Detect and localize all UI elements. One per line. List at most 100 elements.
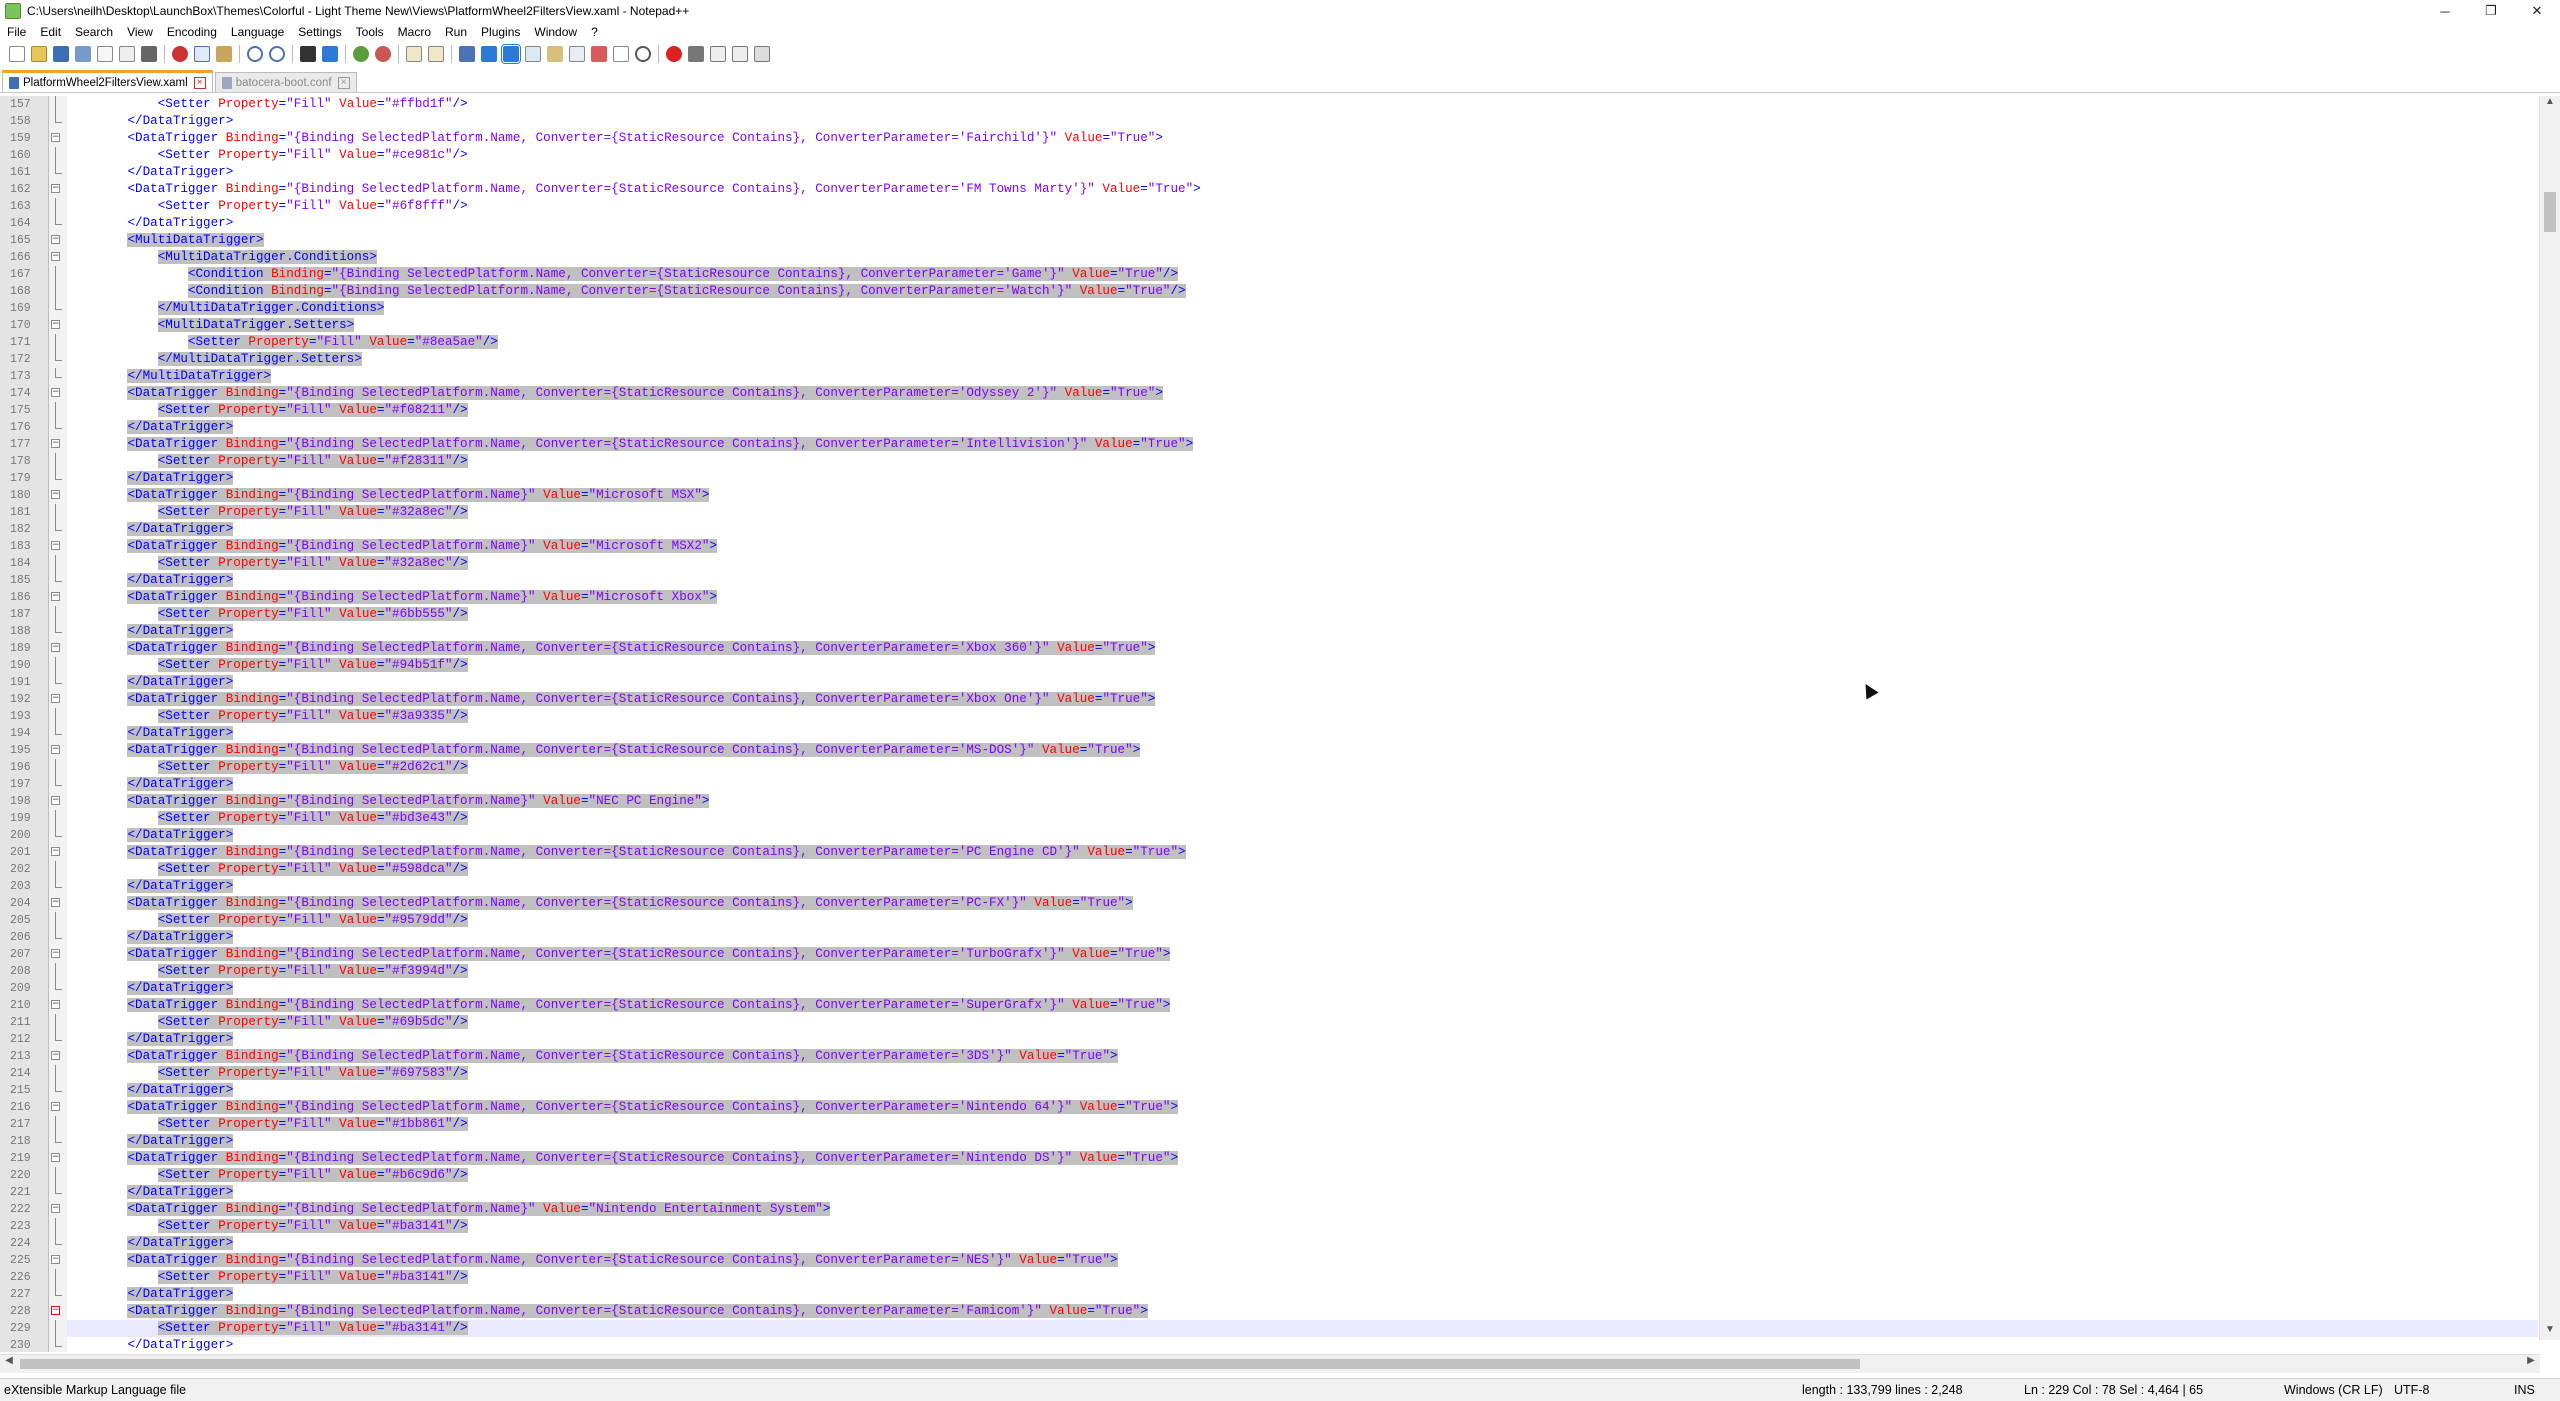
word-wrap-icon[interactable] (459, 46, 475, 62)
fold-toggle-icon[interactable]: − (51, 133, 60, 142)
code-line[interactable]: 197 </DataTrigger> (10, 776, 2538, 793)
close-tab-icon[interactable]: × (337, 76, 350, 89)
code-line[interactable]: 206 </DataTrigger> (10, 929, 2538, 946)
fold-toggle-icon[interactable]: − (51, 184, 60, 193)
scroll-up-icon[interactable]: ▲ (2540, 96, 2560, 112)
code-line[interactable]: 212 </DataTrigger> (10, 1031, 2538, 1048)
code-line[interactable]: 184 <Setter Property="Fill" Value="#32a8… (10, 555, 2538, 572)
minimize-button[interactable]: ─ (2422, 0, 2468, 22)
open-file-icon[interactable] (31, 46, 47, 62)
scroll-down-icon[interactable]: ▼ (2540, 1324, 2560, 1340)
redo-icon[interactable] (269, 46, 285, 62)
code-line[interactable]: 158 </DataTrigger> (10, 113, 2538, 130)
code-line[interactable]: 173 </MultiDataTrigger> (10, 368, 2538, 385)
fold-toggle-icon[interactable]: − (51, 320, 60, 329)
document-map-icon[interactable] (547, 46, 563, 62)
fold-toggle-icon[interactable]: − (51, 949, 60, 958)
menu-settings[interactable]: Settings (291, 25, 348, 39)
fold-toggle-icon[interactable]: − (51, 847, 60, 856)
sync-horizontal-icon[interactable] (428, 46, 444, 62)
code-area[interactable]: 157 <Setter Property="Fill" Value="#ffbd… (10, 96, 2538, 1352)
vertical-scrollbar[interactable]: ▲ ▼ (2539, 96, 2560, 1340)
code-line[interactable]: 183 − <DataTrigger Binding="{Binding Sele… (10, 538, 2538, 555)
code-line[interactable]: 192 − <DataTrigger Binding="{Binding Sele… (10, 691, 2538, 708)
code-line[interactable]: 177 − <DataTrigger Binding="{Binding Sele… (10, 436, 2538, 453)
menu-file[interactable]: File (0, 25, 33, 39)
code-line[interactable]: 220 <Setter Property="Fill" Value="#b6c9… (10, 1167, 2538, 1184)
code-line[interactable]: 214 <Setter Property="Fill" Value="#6975… (10, 1065, 2538, 1082)
fold-toggle-icon[interactable]: − (51, 439, 60, 448)
code-line[interactable]: 193 <Setter Property="Fill" Value="#3a93… (10, 708, 2538, 725)
code-line[interactable]: 187 <Setter Property="Fill" Value="#6bb5… (10, 606, 2538, 623)
menu-window[interactable]: Window (527, 25, 584, 39)
menu-help[interactable]: ? (584, 25, 605, 39)
menu-language[interactable]: Language (224, 25, 291, 39)
new-file-icon[interactable] (9, 46, 25, 62)
code-line[interactable]: 191 </DataTrigger> (10, 674, 2538, 691)
code-line[interactable]: 200 </DataTrigger> (10, 827, 2538, 844)
code-line[interactable]: 223 <Setter Property="Fill" Value="#ba31… (10, 1218, 2538, 1235)
code-line[interactable]: 180 − <DataTrigger Binding="{Binding Sele… (10, 487, 2538, 504)
code-line[interactable]: 168 <Condition Binding="{Binding Selecte… (10, 283, 2538, 300)
fold-toggle-icon[interactable]: − (51, 252, 60, 261)
fold-toggle-icon[interactable]: − (51, 796, 60, 805)
menu-view[interactable]: View (120, 25, 160, 39)
code-line[interactable]: 209 </DataTrigger> (10, 980, 2538, 997)
code-line[interactable]: 167 <Condition Binding="{Binding Selecte… (10, 266, 2538, 283)
code-line[interactable]: 175 <Setter Property="Fill" Value="#f082… (10, 402, 2538, 419)
code-line[interactable]: 170 − <MultiDataTrigger.Setters> (10, 317, 2538, 334)
close-tab-icon[interactable]: × (193, 76, 206, 89)
code-line[interactable]: 172 </MultiDataTrigger.Setters> (10, 351, 2538, 368)
fold-toggle-icon[interactable]: − (51, 643, 60, 652)
sync-vertical-icon[interactable] (406, 46, 422, 62)
fold-toggle-icon[interactable]: − (51, 490, 60, 499)
code-line[interactable]: 182 </DataTrigger> (10, 521, 2538, 538)
code-line[interactable]: 181 <Setter Property="Fill" Value="#32a8… (10, 504, 2538, 521)
code-line[interactable]: 229 <Setter Property="Fill" Value="#ba31… (10, 1320, 2538, 1337)
code-editor[interactable]: 157 <Setter Property="Fill" Value="#ffbd… (0, 96, 2560, 1352)
code-line[interactable]: 161 </DataTrigger> (10, 164, 2538, 181)
fold-toggle-icon[interactable]: − (51, 541, 60, 550)
folder-as-workspace-icon[interactable] (591, 46, 607, 62)
find-icon[interactable] (300, 46, 316, 62)
code-line[interactable]: 203 </DataTrigger> (10, 878, 2538, 895)
code-line[interactable]: 199 <Setter Property="Fill" Value="#bd3e… (10, 810, 2538, 827)
code-line[interactable]: 176 </DataTrigger> (10, 419, 2538, 436)
code-line[interactable]: 165 − <MultiDataTrigger> (10, 232, 2538, 249)
restore-button[interactable]: ❐ (2468, 0, 2514, 22)
zoom-in-icon[interactable] (353, 46, 369, 62)
paste-icon[interactable] (216, 46, 232, 62)
fold-toggle-icon[interactable]: − (51, 1051, 60, 1060)
menu-search[interactable]: Search (68, 25, 120, 39)
code-line[interactable]: 188 </DataTrigger> (10, 623, 2538, 640)
fold-margin[interactable] (49, 96, 67, 1352)
code-line[interactable]: 216 − <DataTrigger Binding="{Binding Sele… (10, 1099, 2538, 1116)
save-macro-icon[interactable] (754, 46, 770, 62)
save-icon[interactable] (53, 46, 69, 62)
fold-toggle-icon[interactable]: − (51, 592, 60, 601)
code-line[interactable]: 190 <Setter Property="Fill" Value="#94b5… (10, 657, 2538, 674)
status-encoding[interactable]: UTF-8 (2394, 1383, 2429, 1397)
code-line[interactable]: 210 − <DataTrigger Binding="{Binding Sele… (10, 997, 2538, 1014)
status-insert-mode[interactable]: INS (2514, 1383, 2535, 1397)
code-line[interactable]: 157 <Setter Property="Fill" Value="#ffbd… (10, 96, 2538, 113)
code-line[interactable]: 204 − <DataTrigger Binding="{Binding Sele… (10, 895, 2538, 912)
code-line[interactable]: 227 </DataTrigger> (10, 1286, 2538, 1303)
cut-icon[interactable] (172, 46, 188, 62)
save-all-icon[interactable] (75, 46, 91, 62)
code-line[interactable]: 198 − <DataTrigger Binding="{Binding Sele… (10, 793, 2538, 810)
fold-toggle-icon[interactable]: − (51, 1153, 60, 1162)
indent-guide-icon[interactable] (501, 44, 521, 64)
code-line[interactable]: 189 − <DataTrigger Binding="{Binding Sele… (10, 640, 2538, 657)
menu-plugins[interactable]: Plugins (474, 25, 527, 39)
close-all-icon[interactable] (119, 46, 135, 62)
menu-tools[interactable]: Tools (349, 25, 391, 39)
horizontal-scrollbar[interactable]: ◀ ▶ (0, 1354, 2540, 1373)
code-line[interactable]: 217 <Setter Property="Fill" Value="#1bb8… (10, 1116, 2538, 1133)
print-icon[interactable] (141, 46, 157, 62)
record-macro-icon[interactable] (666, 46, 682, 62)
code-line[interactable]: 218 </DataTrigger> (10, 1133, 2538, 1150)
zoom-out-icon[interactable] (375, 46, 391, 62)
tab-platformwheel2filtersview[interactable]: PlatformWheel2FiltersView.xaml × (2, 70, 213, 92)
show-all-characters-icon[interactable] (481, 46, 497, 62)
